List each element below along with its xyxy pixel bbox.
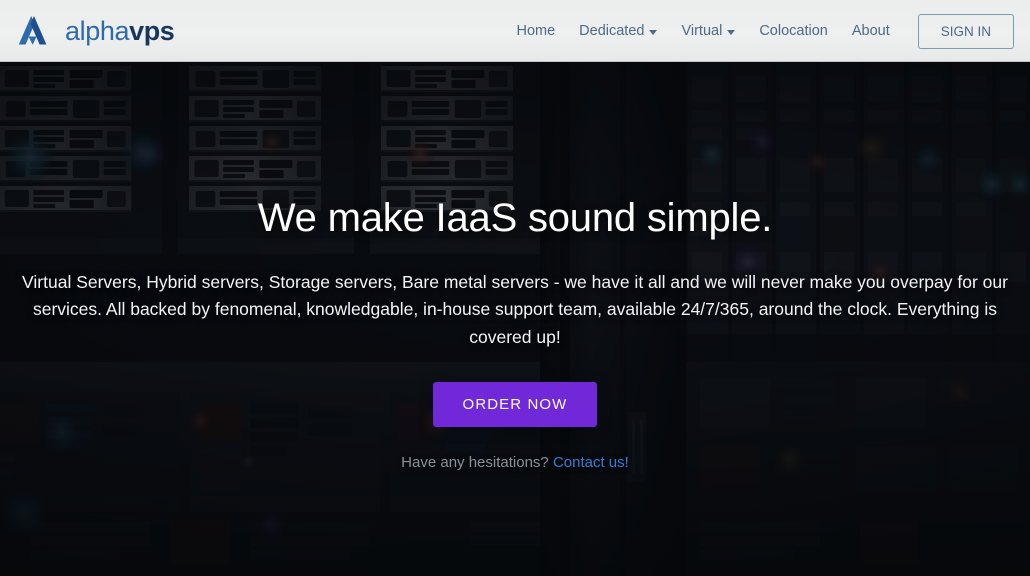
site-header: alphavps Home Dedicated Virtual Colocati… [0,0,1030,62]
sign-in-button[interactable]: SIGN IN [917,13,1014,49]
site-logo[interactable]: alphavps [18,14,175,48]
hero-subtitle: Virtual Servers, Hybrid servers, Storage… [22,272,1008,347]
nav-item-about[interactable]: About [840,17,902,45]
hero-section: We make IaaS sound simple. Virtual Serve… [0,62,1030,576]
nav-item-colocation[interactable]: Colocation [747,17,840,45]
logo-wordmark: alphavps [65,15,175,46]
logo-text-alpha: alpha [65,15,130,46]
nav-label-home: Home [516,23,556,39]
page-root: alphavps Home Dedicated Virtual Colocati… [0,0,1030,576]
nav-label-virtual: Virtual [681,23,723,39]
nav-label-about: About [851,23,890,39]
hesitation-text: Have any hesitations? [401,453,549,471]
main-navigation: Home Dedicated Virtual Colocation About … [504,13,1014,49]
nav-item-dedicated[interactable]: Dedicated [567,17,669,45]
chevron-down-icon [727,29,736,35]
nav-item-virtual[interactable]: Virtual [669,17,747,45]
contact-us-link[interactable]: Contact us! [553,454,629,471]
order-now-button[interactable]: ORDER NOW [432,381,598,427]
nav-label-dedicated: Dedicated [579,23,645,39]
chevron-down-icon [649,29,658,35]
hero-title: We make IaaS sound simple. [257,196,773,240]
nav-item-home[interactable]: Home [504,17,567,45]
logo-text-vps: vps [129,15,175,46]
nav-label-colocation: Colocation [759,23,828,39]
hero-content: We make IaaS sound simple. Virtual Serve… [0,62,1030,576]
hesitation-line: Have any hesitations? Contact us! [401,454,629,471]
alphavps-logo-mark [18,16,47,45]
